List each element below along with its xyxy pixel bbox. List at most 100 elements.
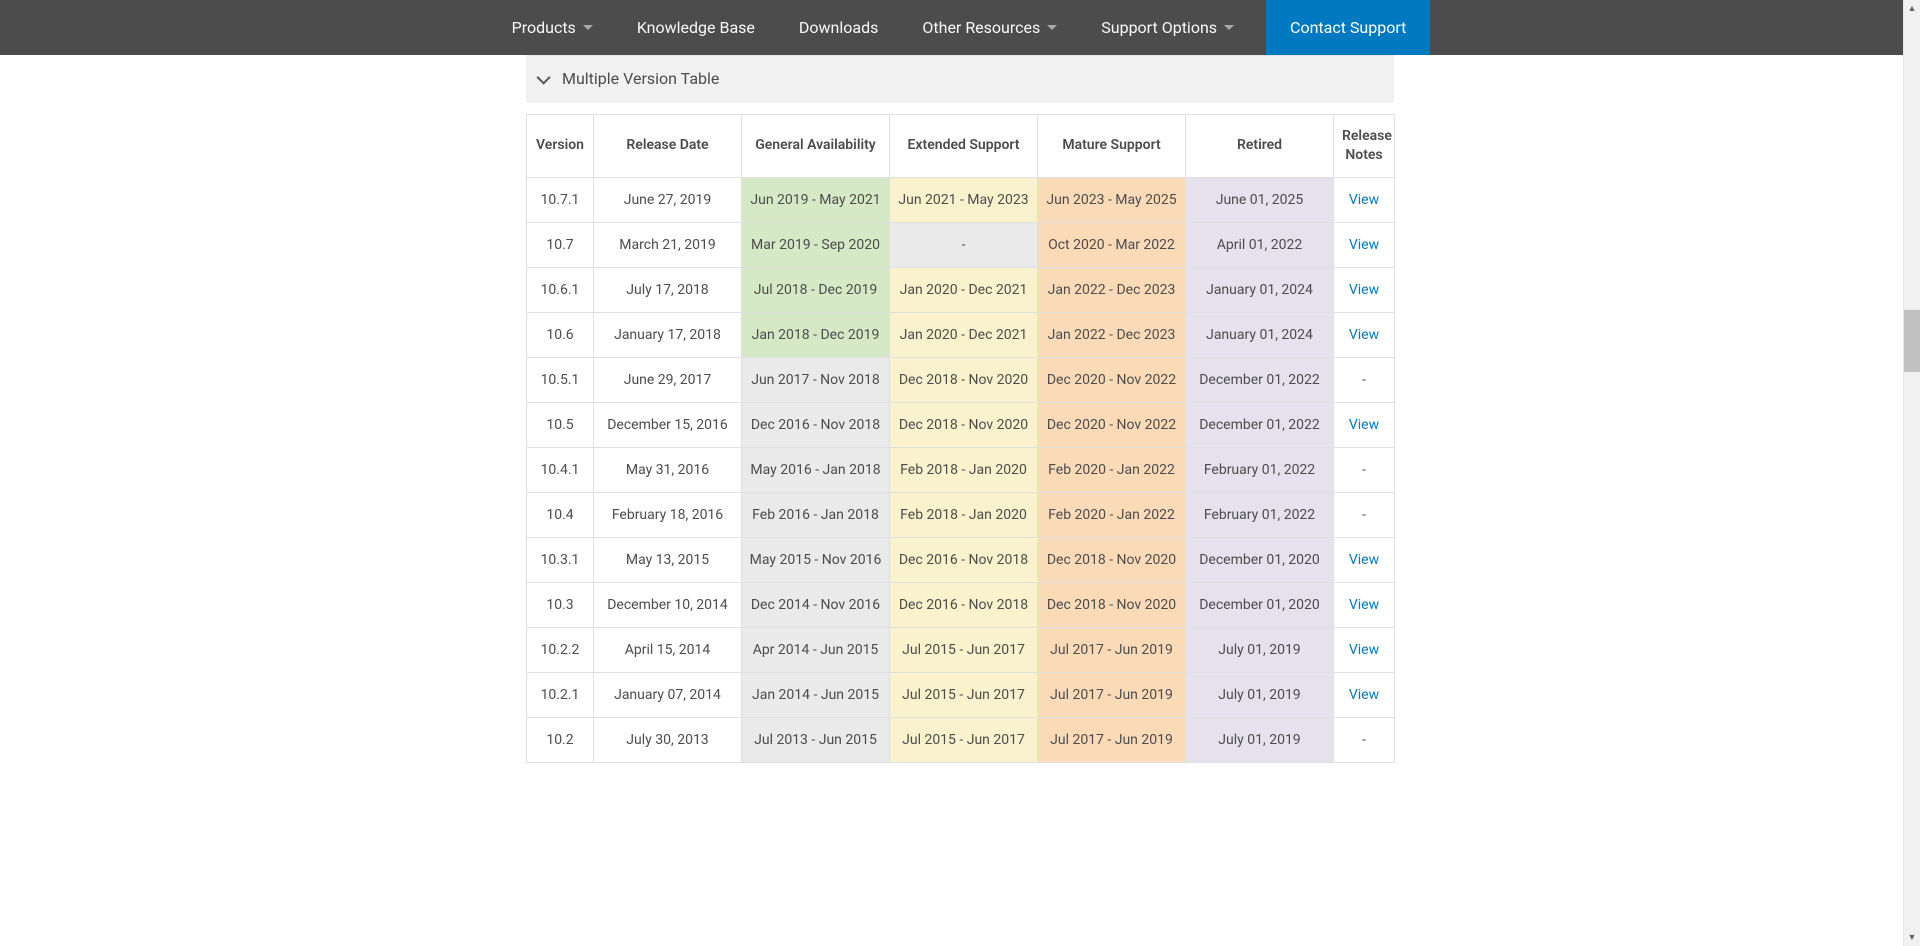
cell-mature: Dec 2018 - Nov 2020 — [1038, 537, 1186, 582]
cell-mature: Jan 2022 - Dec 2023 — [1038, 312, 1186, 357]
cell-release-date: December 10, 2014 — [594, 582, 742, 627]
cell-ga: Dec 2016 - Nov 2018 — [742, 402, 890, 447]
nav-contact-label: Contact Support — [1290, 18, 1406, 37]
cell-release-date: June 27, 2019 — [594, 177, 742, 222]
scroll-thumb[interactable] — [1904, 310, 1920, 372]
cell-extended: Feb 2018 - Jan 2020 — [890, 447, 1038, 492]
table-row: 10.3.1May 13, 2015May 2015 - Nov 2016Dec… — [527, 537, 1395, 582]
cell-version: 10.5 — [527, 402, 594, 447]
cell-retired: June 01, 2025 — [1186, 177, 1334, 222]
cell-extended: Dec 2018 - Nov 2020 — [890, 402, 1038, 447]
nav-downloads[interactable]: Downloads — [777, 0, 900, 55]
cell-retired: December 01, 2020 — [1186, 582, 1334, 627]
caret-down-icon — [1047, 25, 1057, 30]
cell-ga: Dec 2014 - Nov 2016 — [742, 582, 890, 627]
table-row: 10.2July 30, 2013Jul 2013 - Jun 2015Jul … — [527, 717, 1395, 762]
cell-ga: Jun 2017 - Nov 2018 — [742, 357, 890, 402]
cell-ga: Jan 2018 - Dec 2019 — [742, 312, 890, 357]
table-row: 10.2.1January 07, 2014Jan 2014 - Jun 201… — [527, 672, 1395, 717]
cell-release-notes[interactable]: View — [1334, 582, 1395, 627]
nav-other-label: Other Resources — [922, 18, 1040, 37]
scrollbar-vertical[interactable]: ▲ ▼ — [1903, 0, 1920, 946]
cell-extended: Dec 2016 - Nov 2018 — [890, 537, 1038, 582]
cell-ga: Jul 2018 - Dec 2019 — [742, 267, 890, 312]
cell-retired: July 01, 2019 — [1186, 717, 1334, 762]
col-mature: Mature Support — [1038, 115, 1186, 178]
release-notes-link[interactable]: View — [1349, 282, 1379, 298]
cell-version: 10.6 — [527, 312, 594, 357]
cell-release-notes[interactable]: View — [1334, 402, 1395, 447]
cell-version: 10.7 — [527, 222, 594, 267]
release-notes-link[interactable]: View — [1349, 327, 1379, 343]
cell-release-notes[interactable]: View — [1334, 222, 1395, 267]
cell-extended: - — [890, 222, 1038, 267]
cell-release-date: July 17, 2018 — [594, 267, 742, 312]
cell-release-notes[interactable]: View — [1334, 177, 1395, 222]
cell-ga: Jul 2013 - Jun 2015 — [742, 717, 890, 762]
cell-release-notes[interactable]: View — [1334, 627, 1395, 672]
cell-version: 10.2.1 — [527, 672, 594, 717]
cell-mature: Jul 2017 - Jun 2019 — [1038, 717, 1186, 762]
cell-retired: January 01, 2024 — [1186, 267, 1334, 312]
nav-contact-support[interactable]: Contact Support — [1266, 0, 1430, 55]
release-notes-link[interactable]: View — [1349, 552, 1379, 568]
nav-products[interactable]: Products — [490, 0, 615, 55]
table-row: 10.6January 17, 2018Jan 2018 - Dec 2019J… — [527, 312, 1395, 357]
cell-release-date: June 29, 2017 — [594, 357, 742, 402]
accordion-multiple-version-table[interactable]: Multiple Version Table — [526, 55, 1394, 102]
nav-other[interactable]: Other Resources — [900, 0, 1079, 55]
cell-version: 10.7.1 — [527, 177, 594, 222]
cell-release-notes[interactable]: View — [1334, 312, 1395, 357]
cell-mature: Feb 2020 - Jan 2022 — [1038, 447, 1186, 492]
cell-release-date: May 13, 2015 — [594, 537, 742, 582]
cell-mature: Jun 2023 - May 2025 — [1038, 177, 1186, 222]
cell-release-date: February 18, 2016 — [594, 492, 742, 537]
nav-kb[interactable]: Knowledge Base — [615, 0, 777, 55]
table-row: 10.6.1July 17, 2018Jul 2018 - Dec 2019 Ja… — [527, 267, 1395, 312]
table-row: 10.4.1May 31, 2016May 2016 - Jan 2018Feb… — [527, 447, 1395, 492]
caret-down-icon — [1224, 25, 1234, 30]
cell-release-notes[interactable]: View — [1334, 672, 1395, 717]
cell-extended: Jul 2015 - Jun 2017 — [890, 672, 1038, 717]
scroll-up-icon[interactable]: ▲ — [1904, 0, 1920, 17]
cell-extended: Dec 2016 - Nov 2018 — [890, 582, 1038, 627]
cell-mature: Oct 2020 - Mar 2022 — [1038, 222, 1186, 267]
cell-release-date: July 30, 2013 — [594, 717, 742, 762]
table-row: 10.4February 18, 2016Feb 2016 - Jan 2018… — [527, 492, 1395, 537]
cell-release-date: March 21, 2019 — [594, 222, 742, 267]
release-notes-link[interactable]: View — [1349, 237, 1379, 253]
nav-support[interactable]: Support Options — [1079, 0, 1256, 55]
version-lifecycle-table: Version Release Date General Availabilit… — [526, 114, 1395, 763]
cell-version: 10.6.1 — [527, 267, 594, 312]
scroll-down-icon[interactable]: ▼ — [1904, 929, 1920, 946]
cell-mature: Dec 2018 - Nov 2020 — [1038, 582, 1186, 627]
cell-release-notes[interactable]: View — [1334, 267, 1395, 312]
col-release-date: Release Date — [594, 115, 742, 178]
cell-release-date: December 15, 2016 — [594, 402, 742, 447]
cell-ga: May 2016 - Jan 2018 — [742, 447, 890, 492]
cell-release-date: January 07, 2014 — [594, 672, 742, 717]
cell-retired: February 01, 2022 — [1186, 492, 1334, 537]
cell-extended: Dec 2018 - Nov 2020 — [890, 357, 1038, 402]
cell-version: 10.3.1 — [527, 537, 594, 582]
cell-ga: Apr 2014 - Jun 2015 — [742, 627, 890, 672]
cell-release-date: May 31, 2016 — [594, 447, 742, 492]
release-notes-link[interactable]: View — [1349, 687, 1379, 703]
release-notes-link[interactable]: View — [1349, 597, 1379, 613]
cell-release-notes[interactable]: View — [1334, 537, 1395, 582]
release-notes-link[interactable]: View — [1349, 192, 1379, 208]
nav-kb-label: Knowledge Base — [637, 18, 755, 37]
cell-mature: Dec 2020 - Nov 2022 — [1038, 357, 1186, 402]
table-row: 10.5.1June 29, 2017Jun 2017 - Nov 2018De… — [527, 357, 1395, 402]
release-notes-link[interactable]: View — [1349, 417, 1379, 433]
accordion-title: Multiple Version Table — [562, 69, 719, 88]
col-release-notes: Release Notes — [1334, 115, 1395, 178]
cell-extended: Jun 2021 - May 2023 — [890, 177, 1038, 222]
release-notes-link[interactable]: View — [1349, 642, 1379, 658]
cell-retired: April 01, 2022 — [1186, 222, 1334, 267]
cell-release-date: April 15, 2014 — [594, 627, 742, 672]
table-row: 10.2.2April 15, 2014Apr 2014 - Jun 2015J… — [527, 627, 1395, 672]
cell-ga: Jun 2019 - May 2021 — [742, 177, 890, 222]
cell-version: 10.4 — [527, 492, 594, 537]
cell-retired: December 01, 2022 — [1186, 402, 1334, 447]
